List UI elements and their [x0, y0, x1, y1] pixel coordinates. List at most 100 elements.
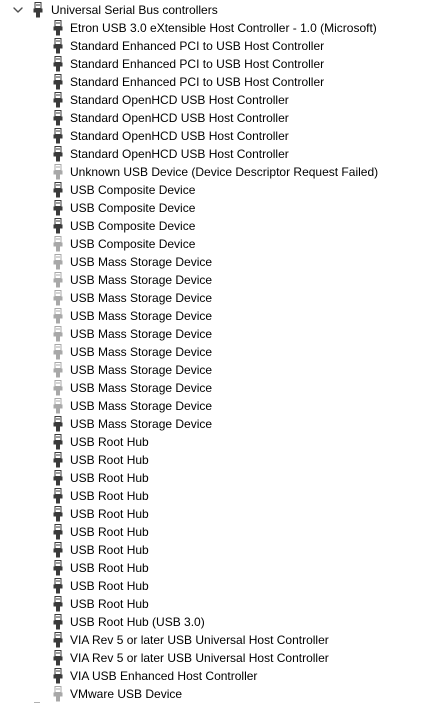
device-row[interactable]: USB Mass Storage Device — [0, 361, 436, 379]
device-row[interactable]: USB Root Hub — [0, 559, 436, 577]
device-label: USB Composite Device — [70, 219, 196, 233]
device-row[interactable]: USB Mass Storage Device — [0, 415, 436, 433]
device-row[interactable]: Standard OpenHCD USB Host Controller — [0, 145, 436, 163]
device-row[interactable]: USB Root Hub — [0, 577, 436, 595]
usb-plug-icon — [52, 218, 64, 234]
usb-plug-icon — [52, 200, 64, 216]
device-row[interactable]: USB Mass Storage Device — [0, 379, 436, 397]
device-row[interactable]: Standard OpenHCD USB Host Controller — [0, 127, 436, 145]
usb-plug-icon — [52, 560, 64, 576]
usb-plug-icon — [52, 344, 64, 360]
device-row[interactable]: Unknown USB Device (Device Descriptor Re… — [0, 163, 436, 181]
usb-plug-icon — [52, 164, 64, 180]
device-list: Etron USB 3.0 eXtensible Host Controller… — [0, 19, 436, 703]
usb-plug-icon — [52, 38, 64, 54]
device-row[interactable]: USB Root Hub — [0, 505, 436, 523]
device-label: USB Mass Storage Device — [70, 381, 213, 395]
device-label: USB Root Hub — [70, 435, 149, 449]
device-label: Standard Enhanced PCI to USB Host Contro… — [70, 57, 325, 71]
device-label: Standard Enhanced PCI to USB Host Contro… — [70, 39, 325, 53]
usb-plug-icon — [52, 380, 64, 396]
device-row[interactable]: USB Root Hub (USB 3.0) — [0, 613, 436, 631]
device-label: USB Mass Storage Device — [70, 345, 213, 359]
device-label: USB Mass Storage Device — [70, 309, 213, 323]
device-label: USB Root Hub — [70, 561, 149, 575]
device-row[interactable]: USB Root Hub — [0, 469, 436, 487]
usb-plug-icon — [52, 128, 64, 144]
usb-plug-icon — [32, 2, 44, 18]
device-row[interactable]: Standard Enhanced PCI to USB Host Contro… — [0, 37, 436, 55]
usb-plug-icon — [52, 452, 64, 468]
device-row[interactable]: VIA Rev 5 or later USB Universal Host Co… — [0, 631, 436, 649]
usb-plug-icon — [52, 272, 64, 288]
device-row[interactable]: Standard OpenHCD USB Host Controller — [0, 109, 436, 127]
usb-plug-icon — [52, 146, 64, 162]
device-label: USB Mass Storage Device — [70, 273, 213, 287]
usb-plug-icon — [52, 668, 64, 684]
usb-plug-icon — [52, 110, 64, 126]
device-row[interactable]: Standard Enhanced PCI to USB Host Contro… — [0, 55, 436, 73]
device-label: USB Root Hub — [70, 525, 149, 539]
usb-plug-icon — [52, 74, 64, 90]
device-label: Standard OpenHCD USB Host Controller — [70, 147, 289, 161]
usb-plug-icon — [52, 488, 64, 504]
usb-plug-icon — [52, 254, 64, 270]
device-row[interactable]: USB Mass Storage Device — [0, 253, 436, 271]
device-row[interactable]: USB Composite Device — [0, 181, 436, 199]
usb-plug-icon — [52, 650, 64, 666]
device-label: USB Mass Storage Device — [70, 291, 213, 305]
device-label: USB Mass Storage Device — [70, 255, 213, 269]
device-label: Standard OpenHCD USB Host Controller — [70, 93, 289, 107]
device-row[interactable]: USB Root Hub — [0, 523, 436, 541]
usb-plug-icon — [52, 182, 64, 198]
device-row[interactable]: VIA Rev 5 or later USB Universal Host Co… — [0, 649, 436, 667]
device-row[interactable]: Standard OpenHCD USB Host Controller — [0, 91, 436, 109]
device-row[interactable]: USB Root Hub — [0, 433, 436, 451]
device-row[interactable]: USB Root Hub — [0, 541, 436, 559]
usb-plug-icon — [52, 398, 64, 414]
usb-plug-icon — [52, 416, 64, 432]
device-label: Etron USB 3.0 eXtensible Host Controller… — [70, 21, 377, 35]
device-label: USB Mass Storage Device — [70, 327, 213, 341]
device-label: USB Root Hub — [70, 489, 149, 503]
device-row[interactable]: Standard Enhanced PCI to USB Host Contro… — [0, 73, 436, 91]
category-usb-controllers[interactable]: Universal Serial Bus controllers — [0, 1, 436, 19]
device-label: USB Mass Storage Device — [70, 417, 213, 431]
device-row[interactable]: USB Mass Storage Device — [0, 325, 436, 343]
usb-plug-icon — [52, 56, 64, 72]
scroll-edge-marker — [34, 702, 40, 703]
device-row[interactable]: USB Mass Storage Device — [0, 397, 436, 415]
usb-plug-icon — [52, 326, 64, 342]
device-row[interactable]: USB Root Hub — [0, 451, 436, 469]
device-row[interactable]: USB Composite Device — [0, 217, 436, 235]
device-row[interactable]: VIA USB Enhanced Host Controller — [0, 667, 436, 685]
device-label: USB Composite Device — [70, 237, 196, 251]
device-label: USB Mass Storage Device — [70, 363, 213, 377]
usb-plug-icon — [52, 686, 64, 702]
device-row[interactable]: USB Mass Storage Device — [0, 307, 436, 325]
chevron-down-icon[interactable] — [12, 5, 24, 15]
device-row[interactable]: USB Mass Storage Device — [0, 289, 436, 307]
usb-plug-icon — [52, 362, 64, 378]
device-label: USB Composite Device — [70, 201, 196, 215]
device-row[interactable]: USB Mass Storage Device — [0, 343, 436, 361]
device-tree: Universal Serial Bus controllers Etron U… — [0, 1, 436, 703]
usb-plug-icon — [52, 434, 64, 450]
device-label: USB Mass Storage Device — [70, 399, 213, 413]
usb-plug-icon — [52, 632, 64, 648]
device-label: USB Root Hub — [70, 597, 149, 611]
device-label: VMware USB Device — [70, 687, 183, 701]
usb-plug-icon — [52, 542, 64, 558]
device-row[interactable]: USB Composite Device — [0, 199, 436, 217]
usb-plug-icon — [52, 308, 64, 324]
device-label: Standard OpenHCD USB Host Controller — [70, 129, 289, 143]
device-row[interactable]: USB Root Hub — [0, 487, 436, 505]
device-row[interactable]: USB Mass Storage Device — [0, 271, 436, 289]
device-row[interactable]: USB Root Hub — [0, 595, 436, 613]
device-row[interactable]: Etron USB 3.0 eXtensible Host Controller… — [0, 19, 436, 37]
device-label: USB Root Hub — [70, 543, 149, 557]
device-row[interactable]: VMware USB Device — [0, 685, 436, 703]
device-label: USB Root Hub — [70, 507, 149, 521]
device-row[interactable]: USB Composite Device — [0, 235, 436, 253]
usb-plug-icon — [52, 524, 64, 540]
